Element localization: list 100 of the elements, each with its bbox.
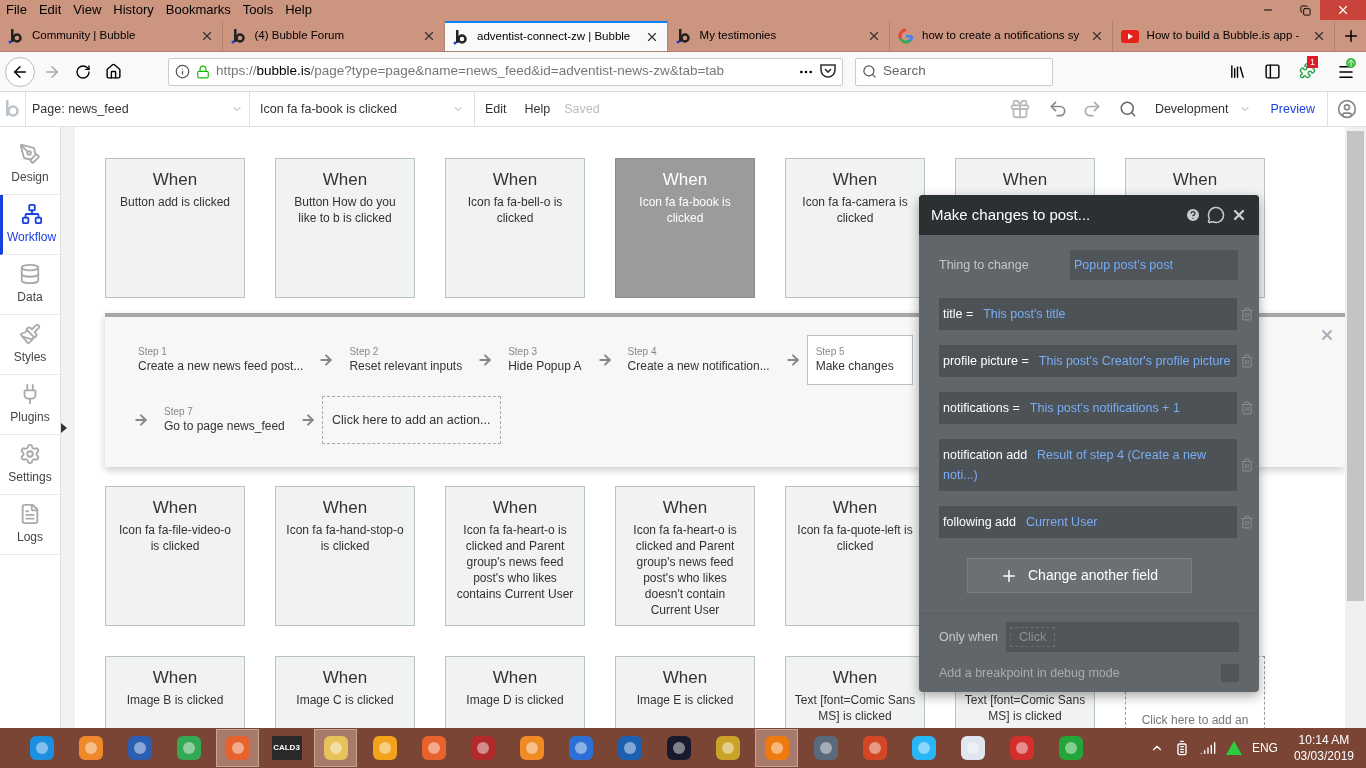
- browser-tab[interactable]: My testimonies: [667, 21, 891, 51]
- comment-icon[interactable]: [1207, 206, 1225, 224]
- step-action: Make changes: [815, 358, 895, 375]
- workflow-step[interactable]: Step 3 Hide Popup A: [499, 335, 591, 385]
- field-change-row[interactable]: title = This post's title: [939, 298, 1237, 330]
- sidebar-tab[interactable]: Logs: [0, 495, 60, 555]
- workflow-step[interactable]: Step 1 Create a new news feed post...: [129, 335, 313, 385]
- bubble-logo-icon: [453, 29, 470, 45]
- taskbar-app[interactable]: CALD3: [265, 729, 308, 767]
- language-indicator[interactable]: ENG: [1251, 739, 1278, 757]
- menu-item[interactable]: Bookmarks: [165, 0, 231, 20]
- google-logo-icon: [898, 28, 915, 44]
- page-dropdown[interactable]: Page: news_feed: [25, 91, 250, 127]
- taskbar-app[interactable]: [314, 729, 357, 767]
- field-label: Thing to change: [939, 256, 1030, 274]
- triangle-icon[interactable]: [1225, 741, 1242, 755]
- expand-arrow-icon[interactable]: [61, 422, 67, 433]
- field-change-row[interactable]: notifications = This post's notifications + 1: [939, 392, 1237, 424]
- scrollbar-thumb[interactable]: [1347, 131, 1364, 601]
- step-action: Create a new news feed post...: [138, 358, 304, 375]
- mode-dropdown[interactable]: Development: [1146, 99, 1259, 119]
- change-another-field-button[interactable]: Change another field: [966, 558, 1192, 593]
- event-description: Icon fa fa-heart-o is clicked and Parent group's news feed post's who likes doesn't contain Current User: [632, 522, 738, 618]
- reload-icon[interactable]: [75, 63, 91, 80]
- event-title: When: [832, 668, 878, 688]
- browser-tab[interactable]: adventist-connect-zw | Bubble: [445, 21, 668, 51]
- sidebar-tab[interactable]: Settings: [0, 435, 60, 495]
- step-action: Create a new notification...: [627, 358, 770, 375]
- undo-icon[interactable]: [1047, 99, 1068, 119]
- event-title: When: [1002, 170, 1048, 190]
- workflow-step[interactable]: Step 7 Go to page news_feed: [155, 395, 294, 445]
- event-title: When: [832, 170, 878, 190]
- editor-menu-item[interactable]: Help: [524, 99, 551, 119]
- event-card[interactable]: When Image E is clicked: [615, 656, 755, 728]
- workflow-step[interactable]: Step 4 Create a new notification...: [618, 335, 779, 385]
- field-label: Add a breakpoint in debug mode: [939, 665, 1120, 682]
- field-change-row[interactable]: following add Current User: [939, 506, 1237, 538]
- event-card[interactable]: When Text [font=Comic Sans MS] is clicked: [785, 656, 925, 728]
- event-description: Image D is clicked: [466, 692, 564, 708]
- step-action: Go to page news_feed: [164, 418, 285, 435]
- browser-tab[interactable]: how to create a notifications sy: [890, 21, 1113, 51]
- back-button[interactable]: [5, 56, 35, 87]
- help-icon[interactable]: [1185, 207, 1201, 223]
- sidebar-tab[interactable]: Design: [0, 135, 60, 195]
- search-icon[interactable]: [1118, 100, 1137, 118]
- menu-item[interactable]: View: [73, 0, 102, 20]
- sidebar-icon[interactable]: [1264, 63, 1281, 80]
- user-icon[interactable]: [1337, 99, 1357, 119]
- update-icon: [1346, 57, 1356, 68]
- workflow-step[interactable]: Step 5 Make changes: [806, 335, 913, 385]
- event-title: When: [152, 498, 198, 518]
- field-label: Only when: [939, 628, 999, 646]
- event-title: When: [662, 170, 708, 190]
- sidebar-tab[interactable]: Data: [0, 255, 60, 315]
- event-card[interactable]: When Image C is clicked: [275, 656, 415, 728]
- menu-item[interactable]: Tools: [242, 0, 274, 20]
- event-card[interactable]: When Button How do you like to b is clicked: [275, 158, 415, 298]
- workflow-step[interactable]: Step 2 Reset relevant inputs: [340, 335, 472, 385]
- field-change-row[interactable]: profile picture = This post's Creator's profile picture: [939, 345, 1237, 377]
- menu-item[interactable]: Edit: [38, 0, 62, 20]
- event-card[interactable]: When Icon fa fa-hand-stop-o is clicked: [275, 486, 415, 626]
- browser-tab[interactable]: How to build a Bubble.is app -: [1112, 21, 1336, 51]
- bubble-logo-icon: [230, 28, 247, 44]
- sidebar-tab[interactable]: Plugins: [0, 375, 60, 435]
- bubble-logo-icon: [8, 28, 24, 44]
- event-dropdown[interactable]: Icon fa fa-book is clicked: [250, 91, 475, 127]
- event-description: Button add is clicked: [119, 194, 231, 210]
- info-icon[interactable]: [175, 64, 190, 79]
- field-change-row[interactable]: notification add Result of step 4 (Create a new noti...): [939, 439, 1237, 491]
- search-field[interactable]: Search: [855, 57, 1053, 86]
- signal-icon[interactable]: [1199, 740, 1216, 756]
- event-description: Image C is clicked: [296, 692, 394, 708]
- preview-link[interactable]: Preview: [1258, 99, 1327, 119]
- event-description: Button How do you like to b is clicked: [293, 194, 397, 226]
- event-card[interactable]: When Button add is clicked: [105, 158, 245, 298]
- event-card[interactable]: When Image B is clicked: [105, 656, 245, 728]
- event-description: Icon fa fa-hand-stop-o is clicked: [285, 522, 405, 554]
- extension-icon[interactable]: [1299, 61, 1316, 79]
- step-number: Step 5: [815, 345, 846, 358]
- menu-item[interactable]: Help: [285, 0, 312, 20]
- event-card[interactable]: When Icon fa fa-bell-o is clicked: [445, 158, 585, 298]
- home-icon[interactable]: [105, 63, 122, 80]
- add-action-placeholder[interactable]: Click here to add an action...: [321, 396, 501, 444]
- close-icon[interactable]: [1231, 207, 1247, 223]
- editor-menu-item[interactable]: Edit: [485, 99, 507, 119]
- event-card[interactable]: When Icon fa fa-heart-o is clicked and Parent group's news feed post's who likes contains Current User: [445, 486, 585, 626]
- event-card[interactable]: When Image D is clicked: [445, 656, 585, 728]
- menu-item[interactable]: History: [113, 0, 154, 20]
- sidebar-tab[interactable]: Styles: [0, 315, 60, 375]
- clock[interactable]: 10:14 AM 03/03/2019: [1293, 732, 1354, 764]
- event-card[interactable]: When Icon fa fa-file-video-o is clicked: [105, 486, 245, 626]
- address-field[interactable]: https://bubble.is/page?type=page&name=news_feed&id=adventist-news-zw&tab=tab: [168, 57, 843, 86]
- event-description: Image E is clicked: [636, 692, 734, 708]
- event-card[interactable]: When Icon fa fa-heart-o is clicked and Parent group's news feed post's who likes doesn't contain Current User: [615, 486, 755, 626]
- library-icon[interactable]: [1229, 63, 1246, 80]
- browser-tab[interactable]: Community | Bubble: [0, 21, 223, 51]
- pocket-icon[interactable]: [820, 64, 836, 79]
- bubble-logo-icon: [675, 28, 692, 44]
- event-card[interactable]: When Icon fa fa-camera is clicked: [785, 158, 925, 298]
- menu-item[interactable]: File: [6, 0, 27, 20]
